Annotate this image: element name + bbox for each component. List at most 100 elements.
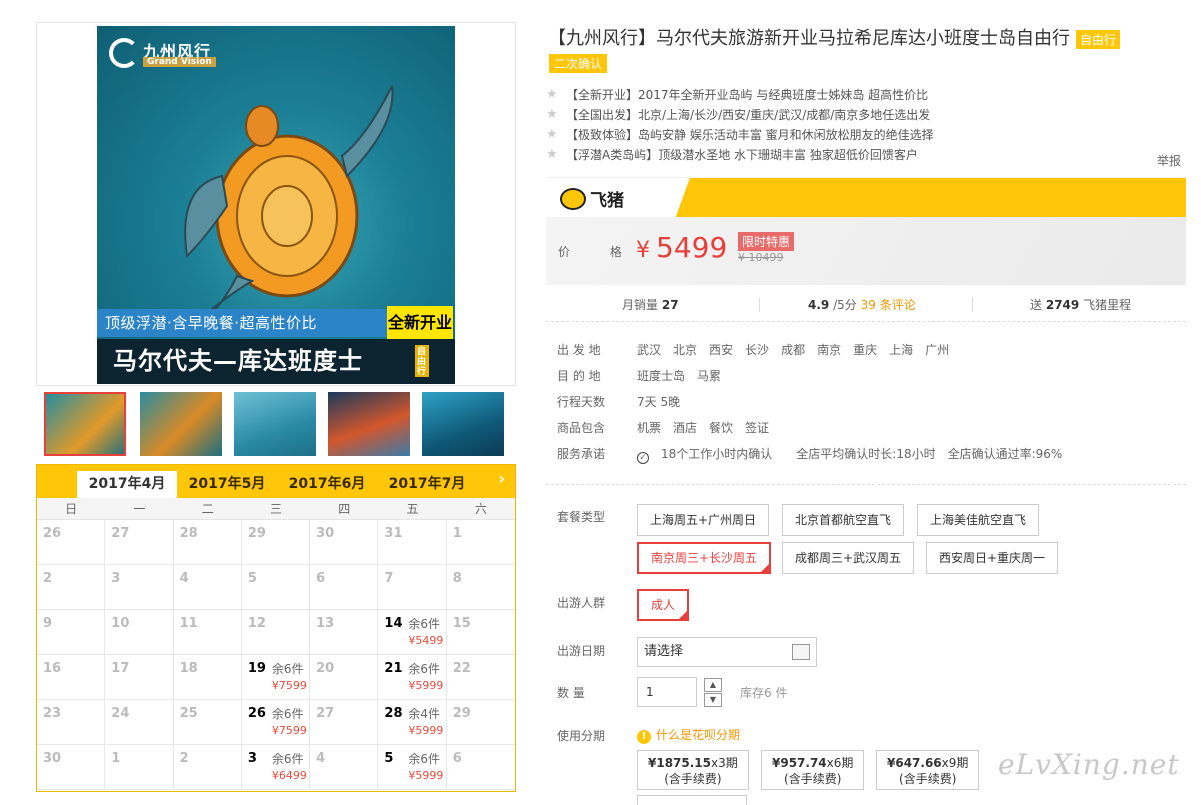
calendar-day-price: ¥7599 bbox=[271, 724, 307, 737]
calendar-day: 23 bbox=[37, 700, 106, 745]
calendar-day-available[interactable]: 19 余6件 ¥7599 bbox=[241, 655, 311, 700]
main-product-image[interactable]: 九州风行 Grand Vision 顶级浮潜·含早晚餐·超高性价比 全新开业 马… bbox=[97, 26, 455, 384]
thumbnail-3[interactable] bbox=[234, 392, 316, 456]
package-option[interactable]: 上海周五+广州周日 bbox=[637, 504, 770, 536]
currency-symbol: ¥ bbox=[636, 238, 650, 263]
installment-period: x3期 bbox=[711, 756, 738, 770]
installment-option-partial[interactable] bbox=[637, 795, 747, 805]
installment-option[interactable]: ¥957.74x6期 (含手续费) bbox=[761, 750, 865, 790]
new-open-badge: 全新开业 bbox=[387, 306, 453, 340]
package-label: 套餐类型 bbox=[557, 510, 606, 524]
departure-city: 成都 bbox=[781, 343, 806, 357]
include-item: 机票 bbox=[637, 421, 662, 435]
feature-text: 【浮潜A类岛屿】顶级潜水圣地 水下珊瑚丰富 独家超低价回馈客户 bbox=[566, 148, 918, 162]
installment-option[interactable]: ¥1875.15x3期 (含手续费) bbox=[637, 750, 749, 790]
installment-note: (含手续费) bbox=[899, 772, 957, 786]
calendar-day: 15 bbox=[446, 610, 515, 655]
calendar-day-price: ¥7599 bbox=[271, 679, 307, 692]
date-label: 出游日期 bbox=[557, 644, 606, 658]
calendar-day-number: 12 bbox=[247, 616, 266, 631]
current-price: ¥5499 bbox=[636, 231, 727, 264]
report-link[interactable]: 举报 bbox=[1157, 152, 1181, 169]
logo-ring-icon bbox=[109, 38, 139, 68]
calendar-day-available[interactable]: 5 余6件 ¥5999 bbox=[378, 745, 447, 790]
calendar-day-number: 26 bbox=[247, 706, 266, 721]
quantity-increase-icon[interactable]: ▲ bbox=[704, 678, 722, 692]
calendar-day-available[interactable]: 28 余4件 ¥5999 bbox=[378, 700, 447, 745]
calendar-day-number: 3 bbox=[111, 571, 121, 586]
sales-stats: 月销量 27 4.9 /5分 39 条评论 送 2749 飞猪里程 bbox=[546, 288, 1186, 322]
package-option[interactable]: 西安周日+重庆周一 bbox=[926, 542, 1059, 574]
installment-amount: ¥1875.15 bbox=[648, 756, 712, 770]
calendar-icon[interactable] bbox=[792, 644, 810, 660]
calendar-day-number: 28 bbox=[384, 706, 403, 721]
calendar-day-available[interactable]: 26 余6件 ¥7599 bbox=[241, 700, 311, 745]
thumbnail-2[interactable] bbox=[140, 392, 222, 456]
calendar-day-number: 10 bbox=[111, 616, 130, 631]
calendar-day-number: 19 bbox=[247, 661, 266, 676]
feature-list: ★ 【全新开业】2017年全新开业岛屿 与经典班度士姊妹岛 超高性价比 ★ 【全国出… bbox=[546, 85, 1186, 165]
package-option-selected[interactable]: 南京周三+长沙周五 bbox=[637, 542, 772, 578]
calendar-day: 4 bbox=[310, 745, 379, 790]
departure-city: 武汉 bbox=[637, 343, 662, 357]
calendar-day: 9 bbox=[37, 610, 106, 655]
month-tab-june[interactable]: 2017年6月 bbox=[277, 471, 377, 498]
package-option[interactable]: 成都周三+武汉周五 bbox=[782, 542, 915, 574]
month-tab-july[interactable]: 2017年7月 bbox=[377, 471, 477, 498]
date-picker-input[interactable]: 请选择 bbox=[637, 637, 817, 667]
destination-place: 班度士岛 bbox=[637, 369, 686, 383]
promo-badge: 限时特惠 bbox=[738, 232, 795, 251]
thumbnail-4[interactable] bbox=[328, 392, 410, 456]
calendar-day-number: 1 bbox=[111, 751, 121, 766]
calendar-day-available[interactable]: 3 余6件 ¥6499 bbox=[241, 745, 311, 790]
quantity-decrease-icon[interactable]: ▼ bbox=[704, 693, 722, 707]
thumbnail-1[interactable] bbox=[44, 392, 126, 456]
thumbnail-5[interactable] bbox=[422, 392, 504, 456]
calendar-day-available[interactable]: 14 余6件 ¥5499 bbox=[378, 610, 447, 655]
quantity-input[interactable]: 1 bbox=[637, 677, 697, 707]
calendar-day-number: 20 bbox=[316, 661, 335, 676]
image-caption: 马尔代夫—库达班度士 自由行 bbox=[97, 339, 455, 384]
installment-help-link[interactable]: ! 什么是花呗分期 bbox=[637, 726, 740, 744]
calendar-day-stock: 余6件 bbox=[408, 662, 441, 676]
departure-city: 重庆 bbox=[853, 343, 878, 357]
departure-city: 长沙 bbox=[745, 343, 770, 357]
calendar-day-number: 22 bbox=[452, 661, 471, 676]
calendar-day-number: 25 bbox=[179, 706, 198, 721]
installment-amount: ¥647.66 bbox=[887, 756, 942, 770]
calendar-day: 29 bbox=[446, 700, 515, 745]
installment-amount: ¥957.74 bbox=[772, 756, 827, 770]
fliggy-banner: 飞猪 bbox=[546, 177, 1186, 217]
calendar-day: 29 bbox=[241, 520, 311, 565]
package-option[interactable]: 北京首都航空直飞 bbox=[782, 504, 905, 536]
free-travel-tag: 自由行 bbox=[1076, 29, 1121, 49]
calendar-day-number: 1 bbox=[452, 526, 462, 541]
package-option[interactable]: 上海美佳航空直飞 bbox=[917, 504, 1040, 536]
mileage-value: 2749 bbox=[1045, 298, 1080, 312]
mileage-suffix: 飞猪里程 bbox=[1083, 298, 1132, 312]
calendar-grid: 26 27 28 29 30 31 1 2 3 4 5 6 7 8 9 10 11 12 13 14 余6件 ¥5499 1… bbox=[37, 520, 515, 790]
chevron-right-icon[interactable]: › bbox=[498, 469, 505, 488]
calendar-day: 11 bbox=[173, 610, 242, 655]
calendar-day-number: 5 bbox=[384, 751, 394, 766]
star-icon: ★ bbox=[546, 107, 558, 122]
calendar-day-number: 26 bbox=[43, 526, 62, 541]
month-tab-april[interactable]: 2017年4月 bbox=[77, 471, 177, 498]
prop-label: 服务承诺 bbox=[557, 447, 606, 461]
calendar-day: 22 bbox=[446, 655, 515, 700]
rating-suffix: /5分 bbox=[833, 298, 857, 312]
departure-city: 北京 bbox=[673, 343, 698, 357]
departure-city: 上海 bbox=[889, 343, 914, 357]
calendar-day-price: ¥5499 bbox=[408, 634, 444, 647]
calendar-day-available[interactable]: 21 余6件 ¥5999 bbox=[378, 655, 447, 700]
prop-label: 目 的 地 bbox=[557, 369, 601, 383]
calendar-day-number: 28 bbox=[179, 526, 198, 541]
calendar-day-stock: 余6件 bbox=[408, 752, 441, 766]
review-count-link[interactable]: 39 条评论 bbox=[861, 298, 916, 312]
people-option-selected[interactable]: 成人 bbox=[637, 589, 690, 625]
month-tab-may[interactable]: 2017年5月 bbox=[177, 471, 277, 498]
installment-option[interactable]: ¥647.66x9期 (含手续费) bbox=[876, 750, 980, 790]
feature-text: 【极致体验】岛屿安静 娱乐活动丰富 蜜月和休闲放松朋友的绝佳选择 bbox=[566, 128, 934, 142]
service-item: ✓ 18个工作小时内确认 bbox=[637, 447, 784, 464]
feature-item: ★ 【极致体验】岛屿安静 娱乐活动丰富 蜜月和休闲放松朋友的绝佳选择 bbox=[546, 125, 1186, 145]
